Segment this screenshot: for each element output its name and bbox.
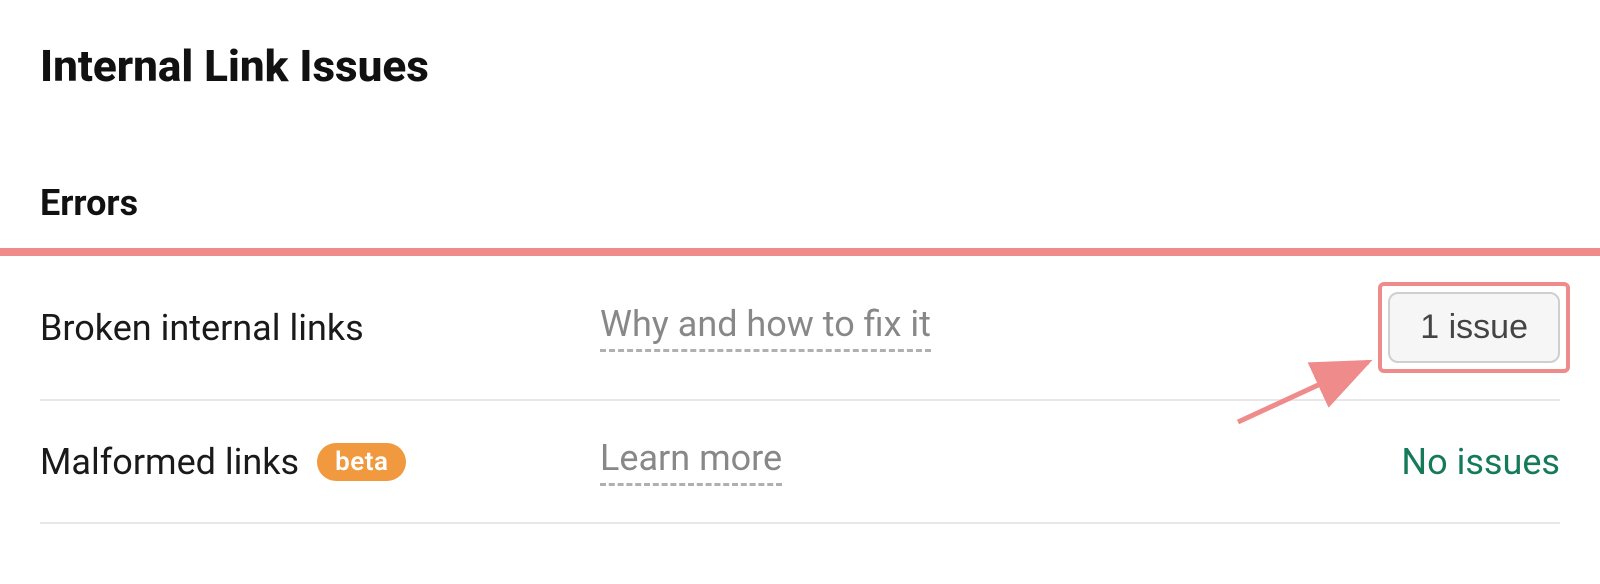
issue-name-cell: Broken internal links <box>40 307 600 349</box>
issue-name-label: Broken internal links <box>40 307 364 349</box>
no-issues-label: No issues <box>1401 441 1560 483</box>
page-title: Internal Link Issues <box>40 40 1560 92</box>
issue-name-label: Malformed links <box>40 441 299 483</box>
issue-row-malformed-links: Malformed links beta Learn more No issue… <box>40 401 1560 524</box>
errors-divider <box>0 248 1600 256</box>
issue-row-broken-internal-links: Broken internal links Why and how to fix… <box>40 256 1560 401</box>
beta-badge: beta <box>317 443 406 481</box>
issue-help-cell: Why and how to fix it <box>600 303 1120 352</box>
issue-status-cell: 1 issue <box>1120 292 1560 363</box>
issue-name-cell: Malformed links beta <box>40 441 600 483</box>
issue-status-cell: No issues <box>1120 441 1560 483</box>
section-errors-title: Errors <box>40 182 1560 224</box>
issue-count-button[interactable]: 1 issue <box>1388 292 1560 363</box>
learn-more-link[interactable]: Learn more <box>600 437 782 486</box>
issue-help-cell: Learn more <box>600 437 1120 486</box>
why-and-how-link[interactable]: Why and how to fix it <box>600 303 931 352</box>
